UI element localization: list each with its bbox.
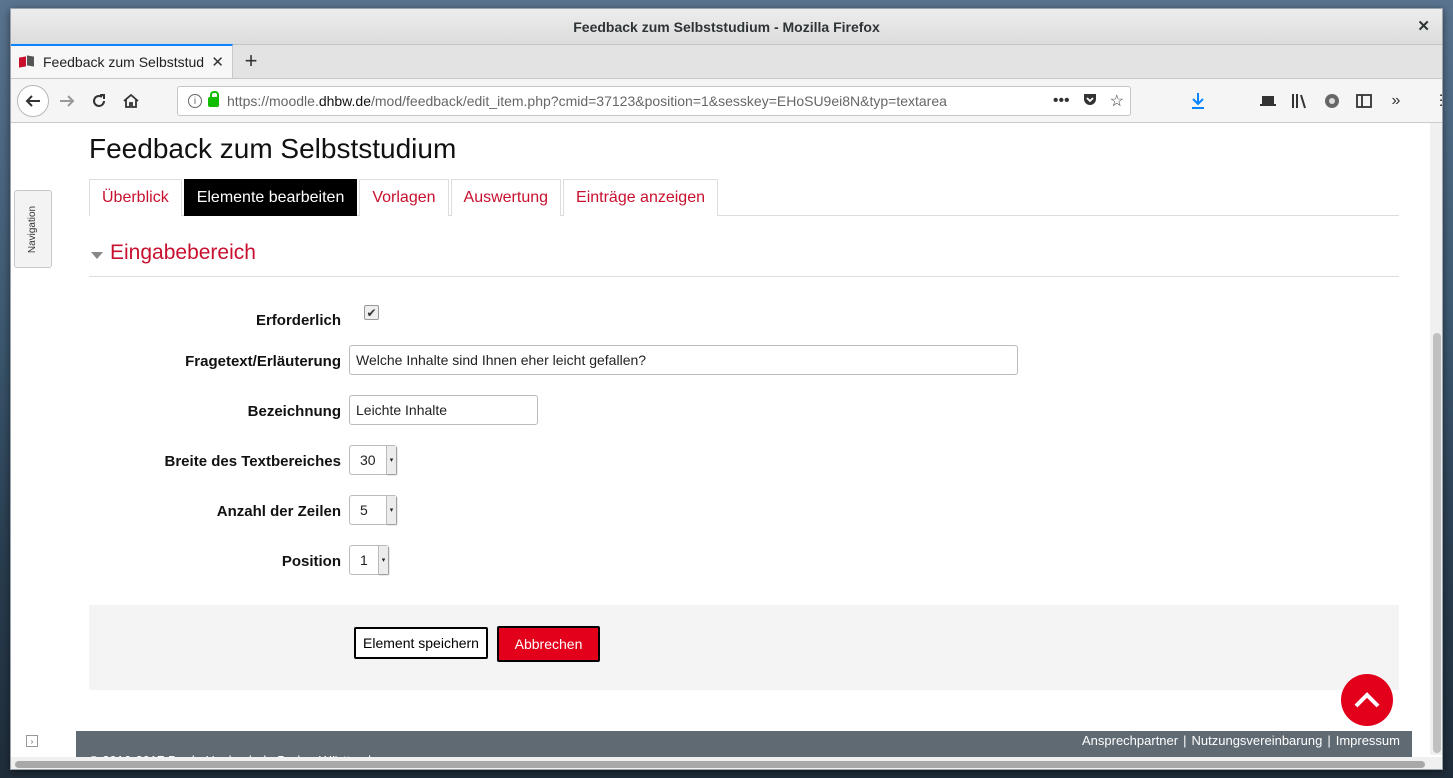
section-title[interactable]: Eingabebereich [110, 241, 256, 265]
position-select[interactable]: 1 ▾ [349, 545, 389, 575]
form-actions: Element speichern Abbrechen [89, 605, 1399, 690]
window-close-icon[interactable]: ✕ [1417, 17, 1430, 35]
dropdown-arrow-icon[interactable]: ▾ [378, 546, 388, 574]
navigation-drawer-label: Navigation [27, 205, 39, 253]
tab-templates[interactable]: Vorlagen [359, 179, 449, 216]
synced-tabs-icon[interactable] [1257, 85, 1279, 117]
scroll-to-top-button[interactable] [1341, 674, 1393, 726]
browser-tab-title: Feedback zum Selbststudium [43, 54, 205, 70]
library-icon[interactable] [1289, 85, 1311, 117]
collapse-triangle-icon[interactable] [91, 252, 103, 259]
question-text-input[interactable] [349, 345, 1018, 375]
browser-tab[interactable]: Feedback zum Selbststudium ✕ [11, 44, 233, 78]
rows-row: Anzahl der Zeilen 5 ▾ [89, 495, 1089, 527]
horizontal-scrollbar[interactable] [11, 757, 1442, 769]
back-icon[interactable] [17, 84, 49, 117]
tab-show-entries[interactable]: Einträge anzeigen [563, 179, 718, 216]
navigation-drawer-toggle[interactable]: Navigation [14, 190, 52, 268]
rows-value: 5 [360, 502, 368, 518]
window-title: Feedback zum Selbststudium - Mozilla Fir… [573, 18, 880, 35]
footer-separator: | [1183, 733, 1187, 748]
lock-icon[interactable] [208, 91, 219, 107]
required-checkbox[interactable]: ✔ [364, 305, 379, 320]
name-label: Bezeichnung [247, 403, 341, 420]
home-icon[interactable] [115, 85, 147, 117]
question-row: Fragetext/Erläuterung [89, 345, 1089, 377]
save-element-button[interactable]: Element speichern [354, 627, 488, 659]
name-input[interactable] [349, 395, 538, 425]
vertical-scroll-thumb[interactable] [1433, 333, 1441, 753]
question-label: Fragetext/Erläuterung [185, 353, 341, 370]
required-label: Erforderlich [255, 312, 341, 329]
tab-edit-items[interactable]: Elemente bearbeiten [183, 179, 358, 216]
position-label: Position [281, 553, 341, 570]
rows-select[interactable]: 5 ▾ [349, 495, 397, 525]
footer-separator: | [1327, 733, 1331, 748]
url-bar[interactable]: i https://moodle.dhbw.de/mod/feedback/ed… [177, 86, 1131, 116]
position-row: Position 1 ▾ [89, 545, 1089, 577]
pocket-icon[interactable] [1082, 91, 1098, 112]
download-icon[interactable] [1187, 85, 1209, 117]
chevron-up-icon [1354, 692, 1380, 708]
rows-label: Anzahl der Zeilen [216, 503, 341, 520]
footer-link-contact[interactable]: Ansprechpartner [1082, 733, 1178, 748]
tab-analysis[interactable]: Auswertung [450, 179, 562, 216]
dhbw-favicon-icon [19, 55, 35, 69]
tab-overview[interactable]: Überblick [89, 179, 182, 216]
extension-icon[interactable] [1321, 85, 1343, 117]
vertical-scrollbar[interactable] [1430, 123, 1442, 755]
browser-tab-strip: Feedback zum Selbststudium ✕ + [11, 44, 1442, 79]
site-info-icon[interactable]: i [188, 94, 202, 108]
page-content: Navigation Feedback zum Selbststudium Üb… [11, 123, 1442, 769]
bookmark-star-icon[interactable]: ☆ [1110, 91, 1124, 111]
width-select[interactable]: 30 ▾ [349, 445, 397, 475]
footer-link-terms[interactable]: Nutzungsvereinbarung [1192, 733, 1323, 748]
hamburger-menu-icon[interactable]: ☰ [1435, 85, 1442, 117]
width-row: Breite des Textbereiches 30 ▾ [89, 445, 1089, 477]
footer-link-imprint[interactable]: Impressum [1336, 733, 1400, 748]
cancel-button[interactable]: Abbrechen [497, 626, 600, 662]
dropdown-arrow-icon[interactable]: ▾ [386, 446, 396, 474]
url-text[interactable]: https://moodle.dhbw.de/mod/feedback/edit… [227, 93, 1053, 109]
activity-tabs: Überblick Elemente bearbeiten Vorlagen A… [89, 179, 1399, 216]
forward-icon[interactable] [51, 85, 83, 117]
tab-close-icon[interactable]: ✕ [211, 53, 224, 71]
page-title: Feedback zum Selbststudium [89, 133, 457, 164]
navigation-toolbar: i https://moodle.dhbw.de/mod/feedback/ed… [11, 79, 1442, 123]
horizontal-scroll-thumb[interactable] [15, 761, 1425, 768]
browser-window: Feedback zum Selbststudium - Mozilla Fir… [10, 8, 1443, 770]
dock-icon[interactable]: › [26, 735, 38, 747]
dropdown-arrow-icon[interactable]: ▾ [386, 496, 396, 524]
width-value: 30 [360, 452, 376, 468]
name-row: Bezeichnung [89, 395, 1089, 427]
reload-icon[interactable] [83, 85, 115, 117]
width-label: Breite des Textbereiches [164, 453, 341, 470]
page-actions-icon[interactable]: ••• [1053, 92, 1070, 110]
window-titlebar: Feedback zum Selbststudium - Mozilla Fir… [11, 9, 1442, 45]
new-tab-button[interactable]: + [233, 44, 269, 78]
section-header[interactable]: Eingabebereich [89, 241, 1399, 277]
sidebar-toggle-icon[interactable] [1353, 85, 1375, 117]
overflow-chevron-icon[interactable]: » [1385, 85, 1407, 117]
required-row: Erforderlich ✔ [89, 305, 1089, 337]
position-value: 1 [360, 552, 368, 568]
